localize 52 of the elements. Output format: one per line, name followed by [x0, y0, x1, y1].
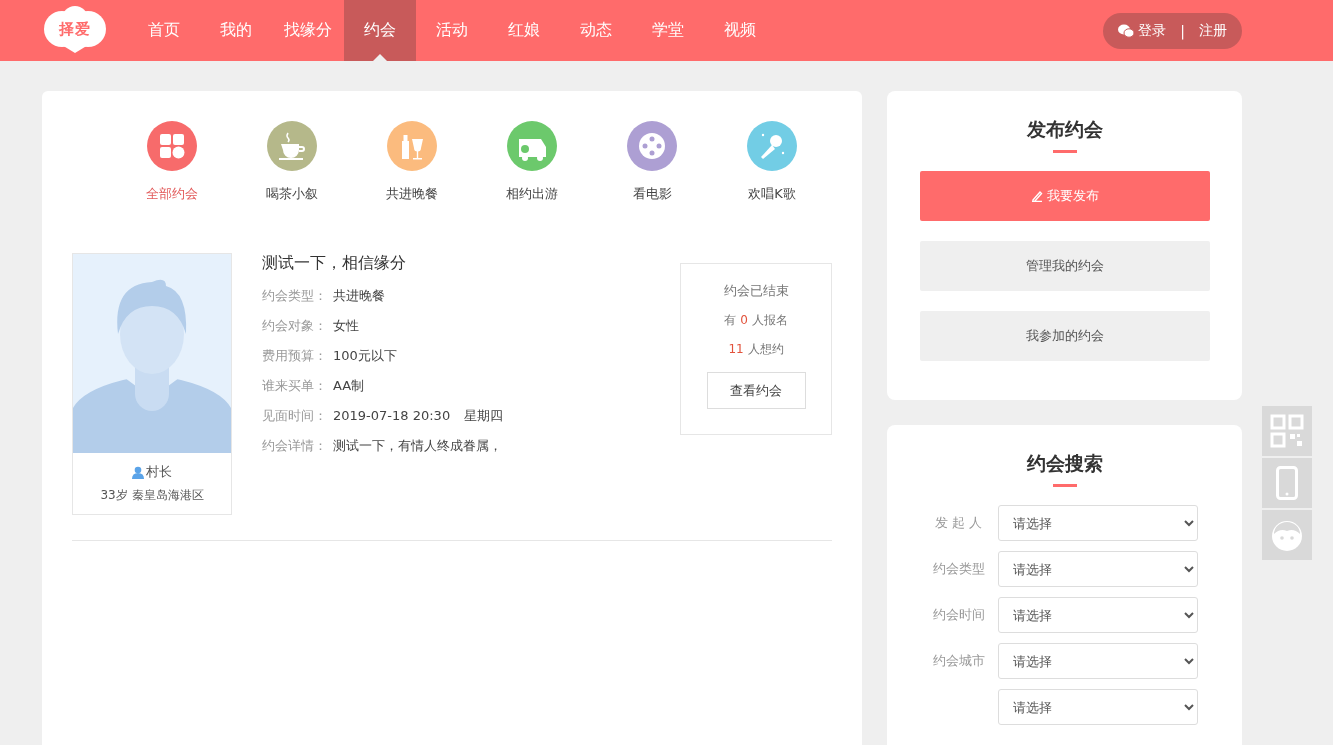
- nav-tab[interactable]: 约会: [344, 0, 416, 61]
- menu-button[interactable]: 我参加的约会: [919, 311, 1210, 361]
- select-field[interactable]: 请选择: [997, 551, 1198, 587]
- category-link[interactable]: 全部约会: [112, 121, 232, 203]
- field-value: 测试一下，有情人终成眷属，: [333, 437, 502, 455]
- side-tool-button[interactable]: [1262, 458, 1312, 508]
- user-name[interactable]: 村长: [132, 463, 172, 481]
- register-link[interactable]: 注册: [1199, 21, 1227, 40]
- login-link[interactable]: 登录: [1118, 21, 1167, 40]
- category-link[interactable]: 喝茶小叙: [232, 121, 352, 203]
- field-value: 女性: [333, 317, 359, 335]
- select-field[interactable]: 请选择: [997, 505, 1198, 541]
- category-link[interactable]: 相约出游: [472, 121, 592, 203]
- search-label: 约会时间: [931, 606, 986, 624]
- interest-count-text: 11 人想约: [728, 341, 784, 358]
- view-date-button[interactable]: 查看约会: [706, 372, 806, 409]
- field-value: AA制: [333, 377, 365, 395]
- category-link[interactable]: 欢唱K歌: [712, 121, 832, 203]
- field-label: 约会类型：: [262, 287, 327, 305]
- field-value: 2019-07-18 20:30: [333, 407, 451, 425]
- select-field[interactable]: 请选择: [997, 643, 1198, 679]
- side-tool-button[interactable]: [1262, 510, 1312, 560]
- user-info: 33岁 秦皇岛海港区: [100, 487, 204, 504]
- select-field[interactable]: 请选择: [997, 689, 1198, 725]
- category-link[interactable]: 看电影: [592, 121, 712, 203]
- menu-button[interactable]: 管理我的约会: [919, 241, 1210, 291]
- field-label: 谁来买单：: [262, 377, 327, 395]
- pencil-icon: [1030, 190, 1043, 202]
- signup-count-text: 有 0 人报名: [724, 312, 788, 329]
- search-label: 约会类型: [931, 560, 986, 578]
- phone-icon: [1276, 466, 1298, 500]
- qr-code-icon: [1270, 414, 1304, 448]
- field-label: 约会对象：: [262, 317, 327, 335]
- person-icon: [132, 465, 144, 479]
- date-title[interactable]: 测试一下，相信缘分: [262, 253, 680, 274]
- search-label: 约会城市: [931, 652, 986, 670]
- select-field[interactable]: 请选择: [997, 597, 1198, 633]
- field-label: 见面时间：: [262, 407, 327, 425]
- weekday-text: 星期四: [464, 407, 504, 425]
- field-value: 共进晚餐: [333, 287, 385, 305]
- field-label: 约会详情：: [262, 437, 327, 455]
- separator: |: [1180, 22, 1185, 39]
- search-label: 发 起 人: [933, 514, 984, 532]
- field-label: 费用预算：: [262, 347, 327, 365]
- chat-bubbles-icon: [1118, 23, 1135, 38]
- side-tool-button[interactable]: [1262, 406, 1312, 456]
- customer-service-icon: [1270, 518, 1304, 552]
- panel-title: 发布约会: [1026, 117, 1103, 142]
- status-title: 约会已结束: [723, 282, 789, 300]
- panel-title: 约会搜索: [1026, 451, 1103, 476]
- category-link[interactable]: 共进晚餐: [352, 121, 472, 203]
- field-value: 100元以下: [333, 347, 397, 365]
